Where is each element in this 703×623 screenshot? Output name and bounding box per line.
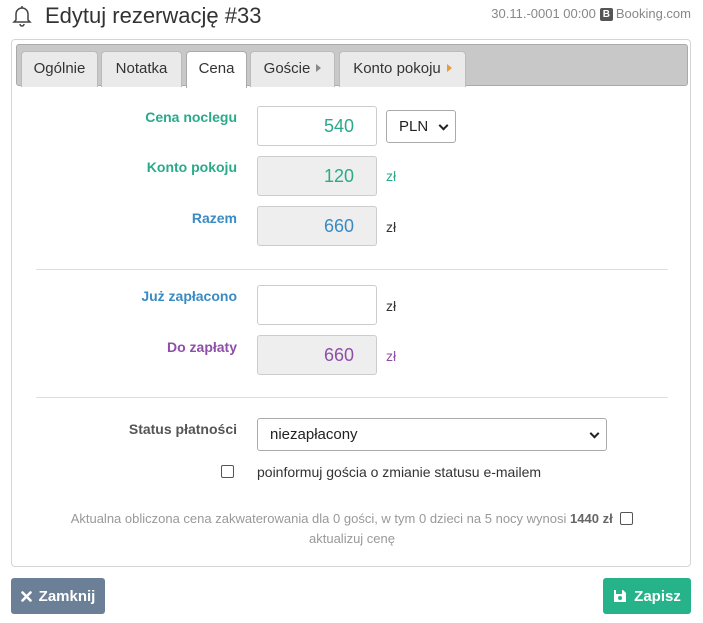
calculated-price-note: Aktualna obliczona cena zakwaterowania d… (36, 509, 668, 549)
room-account-value: 120 (257, 156, 377, 196)
payment-status-select[interactable]: niezapłacony (257, 418, 607, 451)
chevron-down-icon (589, 428, 600, 439)
night-price-label: Cena noclegu (145, 109, 237, 125)
payment-status-label: Status płatności (128, 421, 237, 437)
tab-price[interactable]: Cena (186, 51, 247, 88)
calculated-price-amount: 1440 zł (570, 511, 613, 526)
total-label: Razem (191, 210, 237, 226)
tab-room-account[interactable]: Konto pokoju (339, 51, 466, 87)
total-value: 660 (257, 206, 377, 246)
divider (36, 397, 668, 398)
floppy-disk-icon (614, 590, 627, 602)
booking-source: Booking.com (615, 6, 691, 21)
total-unit: zł (386, 219, 397, 235)
dialog-header: Edytuj rezerwację #33 30.11.-0001 00:00 … (0, 0, 703, 34)
chevron-right-icon (446, 64, 452, 72)
booking-source-icon: B (599, 7, 613, 21)
tab-general[interactable]: Ogólnie (21, 51, 98, 87)
tab-note[interactable]: Notatka (101, 51, 182, 87)
reservation-date: 30.11.-0001 00:00 (491, 6, 596, 21)
tab-bar: Ogólnie Notatka Cena Goście Konto pokoju (16, 44, 688, 88)
chevron-down-icon (438, 120, 449, 131)
tab-guests[interactable]: Goście (250, 51, 335, 87)
reservation-meta: 30.11.-0001 00:00 B Booking.com (491, 6, 691, 22)
close-icon (20, 590, 32, 602)
notify-guest-label: poinformuj gościa o zmianie statusu e-ma… (257, 464, 542, 480)
currency-select[interactable]: PLN (386, 110, 456, 143)
close-button[interactable]: Zamknij (11, 578, 105, 614)
dialog-title: Edytuj rezerwację #33 (45, 3, 262, 28)
update-price-checkbox[interactable] (620, 512, 634, 525)
notify-guest-checkbox[interactable] (221, 465, 234, 478)
divider (36, 269, 668, 270)
night-price-input[interactable]: 540 (257, 106, 377, 146)
to-pay-unit: zł (386, 348, 397, 364)
update-price-label: aktualizuj cenę (309, 531, 395, 546)
paid-unit: zł (386, 298, 397, 314)
to-pay-label: Do zapłaty (166, 339, 237, 355)
paid-label: Już zapłacono (141, 288, 237, 304)
paid-input[interactable] (257, 285, 377, 325)
chevron-right-icon (316, 64, 322, 72)
save-button[interactable]: Zapisz (603, 578, 691, 614)
room-account-label: Konto pokoju (146, 159, 237, 175)
bell-icon (12, 6, 32, 27)
room-account-unit: zł (386, 168, 397, 184)
reservation-panel: Ogólnie Notatka Cena Goście Konto pokoju… (11, 39, 691, 567)
to-pay-value: 660 (257, 335, 377, 375)
